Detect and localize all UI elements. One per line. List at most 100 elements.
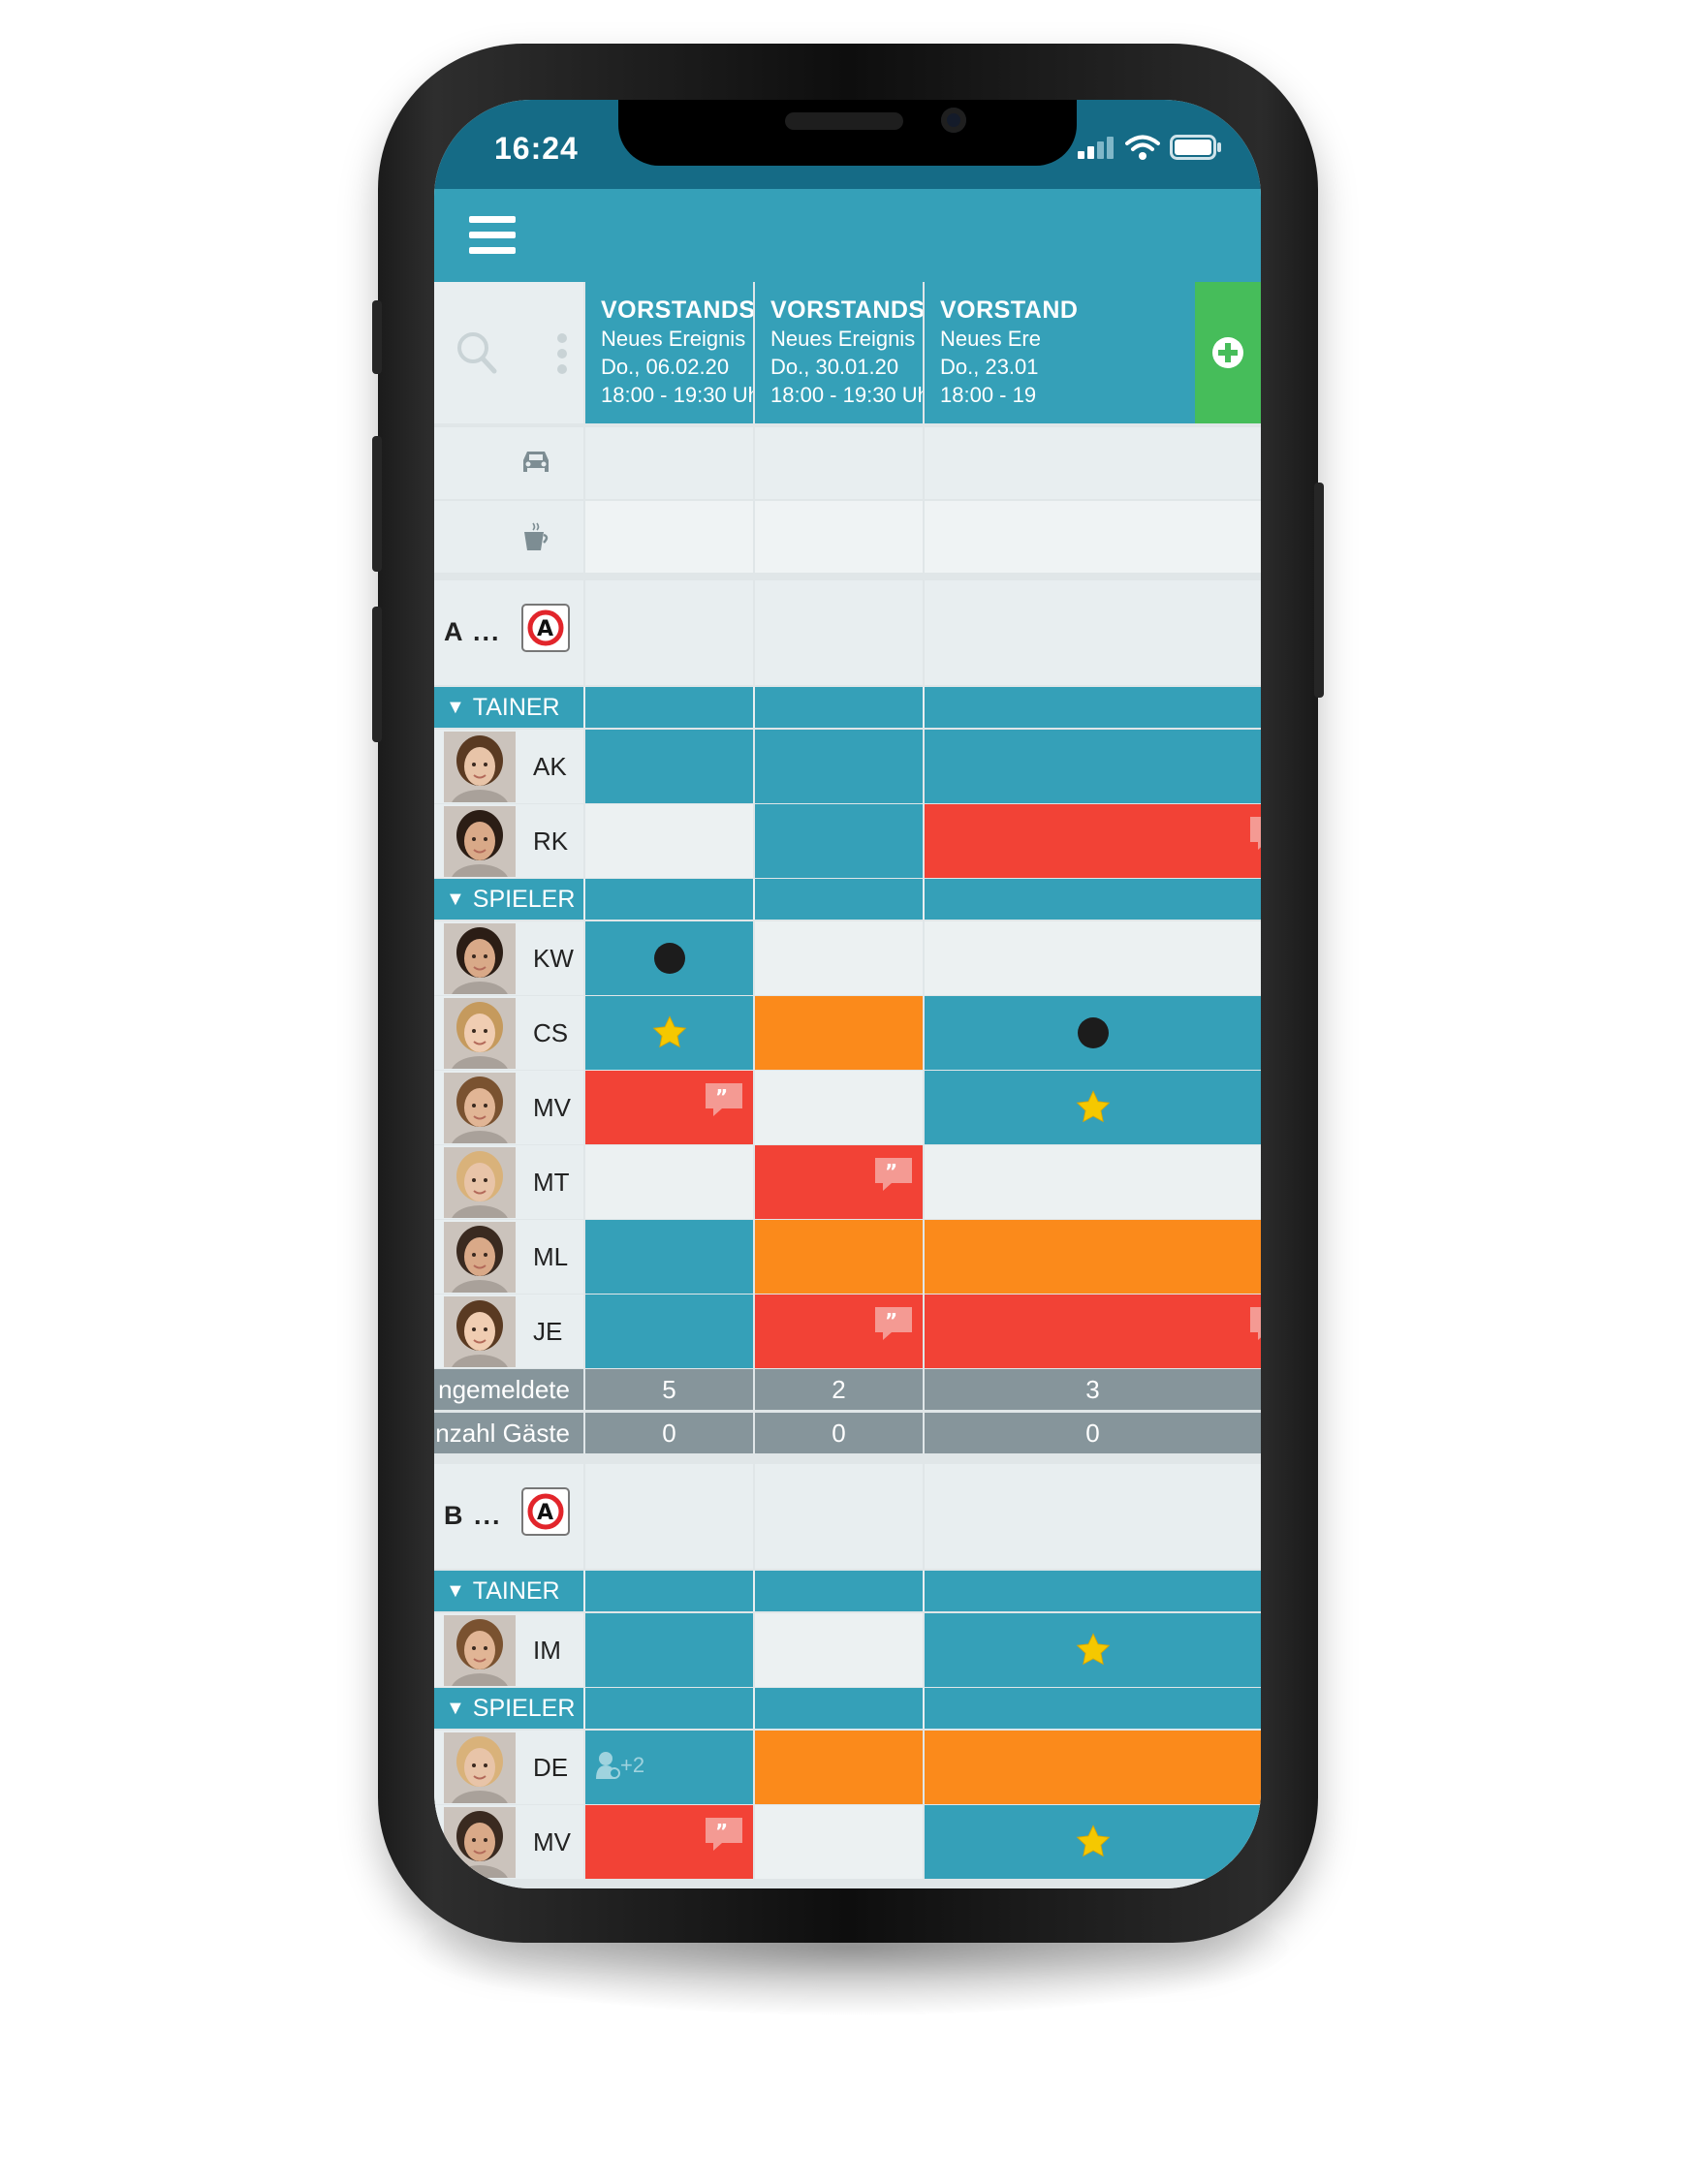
phone-power-button — [1314, 483, 1324, 698]
comment-icon: ” — [1247, 1304, 1261, 1343]
team-header-cell — [925, 580, 1261, 685]
team-logo[interactable]: A — [521, 1487, 570, 1536]
menu-icon-line — [469, 232, 516, 238]
collapse-triangle-icon[interactable]: ▼ — [446, 889, 465, 911]
attendance-cell[interactable]: ” — [755, 1295, 923, 1368]
event-date: Do., 30.01.20 — [770, 355, 899, 379]
team-header-a: A ... A — [434, 580, 583, 685]
attendance-cell[interactable] — [585, 921, 753, 995]
attendance-cell[interactable] — [755, 921, 923, 995]
car-row-cell[interactable] — [755, 427, 923, 499]
attendance-cell[interactable] — [925, 730, 1261, 803]
team-header-cell — [755, 580, 923, 685]
attendance-cell[interactable] — [925, 996, 1261, 1070]
collapse-triangle-icon[interactable]: ▼ — [446, 1698, 465, 1720]
attendance-cell[interactable] — [925, 1145, 1261, 1219]
member-initials: DE — [533, 1752, 569, 1782]
attendance-cell[interactable] — [925, 1613, 1261, 1687]
event-header-column[interactable]: VORSTANDSSITZ... Neues Ereignis Do., 06.02… — [585, 282, 753, 423]
summary-label: nzahl Gäste — [434, 1413, 583, 1453]
attendance-cell[interactable] — [585, 1145, 753, 1219]
cellular-signal-icon — [1078, 137, 1114, 159]
group-row-cell — [925, 879, 1261, 920]
team-header-b: B ... A — [434, 1464, 583, 1569]
attendance-cell[interactable] — [755, 804, 923, 878]
attendance-cell[interactable]: ” — [925, 1295, 1261, 1368]
group-row[interactable]: ▼ TAINER — [434, 687, 1261, 728]
event-header-column[interactable]: VORSTANDSSITZ... Neues Ereignis Do., 30.01… — [755, 282, 923, 423]
group-row-cell — [755, 879, 923, 920]
car-row-cell[interactable] — [585, 427, 753, 499]
attendance-cell[interactable] — [755, 1071, 923, 1144]
add-event-button[interactable] — [1195, 282, 1261, 423]
dot-icon — [1077, 1016, 1110, 1049]
attendance-cell[interactable] — [755, 996, 923, 1070]
group-row-cell — [925, 687, 1261, 728]
phone-volume-down — [372, 607, 382, 742]
attendance-cell[interactable]: ” — [585, 1805, 753, 1879]
search-icon[interactable] — [455, 330, 498, 380]
attendance-cell[interactable] — [585, 730, 753, 803]
status-time: 16:24 — [494, 131, 579, 166]
svg-text:”: ” — [715, 1085, 728, 1108]
cup-row-cell[interactable] — [755, 501, 923, 573]
svg-text:”: ” — [1260, 1309, 1261, 1332]
svg-text:”: ” — [1260, 819, 1261, 842]
status-icons — [1077, 135, 1222, 160]
event-title: VORSTANDSSITZ... — [770, 296, 923, 324]
attendance-cell[interactable] — [585, 1613, 753, 1687]
cup-row-cell[interactable] — [925, 501, 1261, 573]
member-initials: CS — [533, 1017, 569, 1047]
group-row-cell — [755, 1688, 923, 1729]
attendance-cell[interactable] — [925, 1071, 1261, 1144]
attendance-cell[interactable] — [585, 1220, 753, 1294]
phone-volume-up — [372, 436, 382, 572]
comment-icon: ” — [703, 1080, 745, 1119]
attendance-cell[interactable] — [755, 1731, 923, 1804]
member-initials: MT — [533, 1167, 570, 1197]
group-row[interactable]: ▼ SPIELER — [434, 1688, 1261, 1729]
attendance-cell[interactable]: +2 — [585, 1731, 753, 1804]
attendance-cell[interactable] — [585, 804, 753, 878]
comment-icon: ” — [703, 1815, 745, 1854]
member-initials: MV — [533, 1826, 571, 1856]
group-row[interactable]: ▼ TAINER — [434, 1571, 1261, 1611]
group-row-left[interactable]: ▼ SPIELER — [434, 879, 583, 920]
summary-label: ngemeldete — [434, 1369, 583, 1410]
attendance-cell[interactable] — [755, 1805, 923, 1879]
attendance-cell[interactable]: ” — [925, 804, 1261, 878]
attendance-cell[interactable] — [925, 921, 1261, 995]
attendance-cell[interactable] — [755, 730, 923, 803]
group-row-cell — [925, 1571, 1261, 1611]
team-logo[interactable]: A — [521, 604, 570, 652]
group-row[interactable]: ▼ SPIELER — [434, 879, 1261, 920]
attendance-cell[interactable]: ” — [585, 1071, 753, 1144]
team-name: B ... — [444, 1501, 502, 1530]
menu-icon[interactable] — [469, 216, 516, 255]
group-row-left[interactable]: ▼ SPIELER — [434, 1688, 583, 1729]
cup-row-cell[interactable] — [585, 501, 753, 573]
group-row-cell — [585, 687, 753, 728]
member-initials: IM — [533, 1635, 561, 1665]
attendance-cell[interactable] — [925, 1731, 1261, 1804]
collapse-triangle-icon[interactable]: ▼ — [446, 697, 465, 719]
attendance-cell[interactable] — [755, 1613, 923, 1687]
car-row-left — [434, 427, 583, 499]
collapse-triangle-icon[interactable]: ▼ — [446, 1580, 465, 1603]
attendance-cell[interactable] — [585, 996, 753, 1070]
attendance-cell[interactable]: ” — [755, 1145, 923, 1219]
menu-icon-line — [469, 216, 516, 223]
car-row-cell[interactable] — [925, 427, 1261, 499]
comment-icon: ” — [872, 1304, 915, 1343]
group-row-cell — [585, 1571, 753, 1611]
group-row-left[interactable]: ▼ TAINER — [434, 1571, 583, 1611]
attendance-cell[interactable] — [925, 1220, 1261, 1294]
avatar — [444, 1296, 516, 1367]
attendance-cell[interactable] — [585, 1295, 753, 1368]
trainer-row-left: RK — [434, 804, 583, 878]
star-icon — [1075, 1824, 1112, 1860]
group-row-left[interactable]: ▼ TAINER — [434, 687, 583, 728]
attendance-cell[interactable] — [925, 1805, 1261, 1879]
attendance-cell[interactable] — [755, 1220, 923, 1294]
more-vertical-icon[interactable] — [556, 332, 568, 380]
